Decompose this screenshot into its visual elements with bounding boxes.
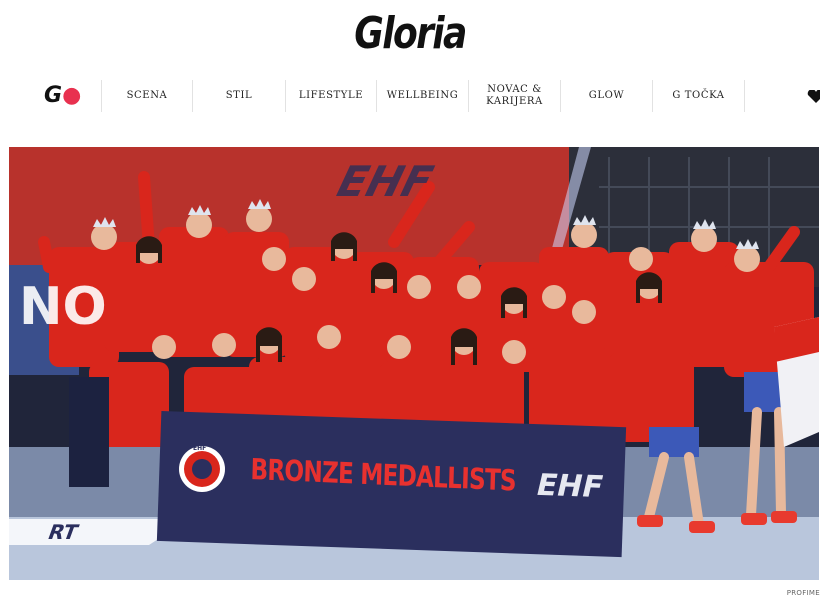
home-logo-mark[interactable]: G●: [44, 82, 81, 110]
nav-item-glow[interactable]: GLOW: [561, 78, 652, 114]
wall-ehf-text: EHF: [332, 157, 439, 206]
main-navigation: G● SCENA STIL LIFESTYLE WELLBEING NOVAC …: [0, 78, 820, 114]
banner-emblem-label: EHF: [193, 445, 207, 452]
nav-item-g-tocka[interactable]: G TOČKA: [653, 78, 744, 114]
logo-letter: G: [44, 83, 63, 108]
nav-item-novac-karijera[interactable]: NOVAC & KARIJERA: [469, 78, 560, 114]
hero-photo[interactable]: BRONZE MEDALLISTS EHF EHF EHF NO RT: [9, 147, 819, 580]
nav-item-lifestyle[interactable]: LIFESTYLE: [286, 78, 376, 114]
nav-item-wellbeing[interactable]: WELLBEING: [377, 78, 468, 114]
nav-item-stil[interactable]: STIL: [193, 78, 285, 114]
photo-credit: PROFIME: [786, 589, 820, 597]
nav-divider: [744, 80, 745, 112]
banner-ehf-logo: EHF: [536, 467, 604, 506]
hero-photo-scene: [9, 147, 819, 580]
side-board-text: NO: [19, 277, 107, 337]
site-logo[interactable]: Gloria: [74, 6, 746, 62]
heart-icon[interactable]: [806, 89, 820, 103]
logo-dot: ●: [62, 83, 82, 108]
nav-item-scena[interactable]: SCENA: [102, 78, 192, 114]
